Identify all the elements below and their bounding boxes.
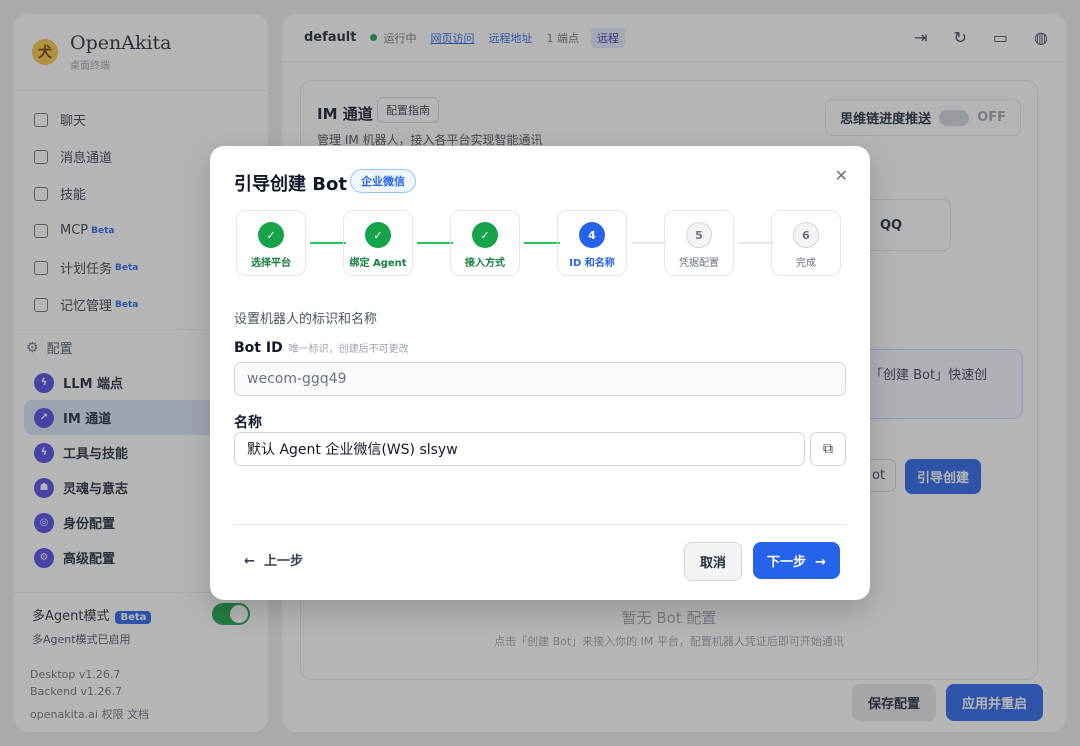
step-select-platform: ✓ 选择平台 [236, 210, 306, 276]
name-field[interactable]: 默认 Agent 企业微信(WS) slsyw [234, 432, 805, 466]
step-access-method: ✓ 接入方式 [450, 210, 520, 276]
arrow-right-icon: → [815, 555, 826, 570]
stepper: ✓ 选择平台 ✓ 绑定 Agent ✓ 接入方式 4 ID 和名称 5 凭据配置 6 完成 [236, 210, 844, 278]
check-icon: ✓ [365, 222, 391, 248]
randomize-name-button[interactable]: ⧉ [810, 432, 846, 466]
check-icon: ✓ [472, 222, 498, 248]
check-icon: ✓ [258, 222, 284, 248]
bot-id-label: Bot ID 唯一标识，创建后不可更改 [234, 340, 409, 356]
platform-tag: 企业微信 [350, 169, 416, 193]
step-connector [631, 242, 667, 244]
step-connector [310, 242, 346, 244]
step-connector [524, 242, 560, 244]
dice-icon: ⧉ [823, 441, 833, 457]
cancel-button[interactable]: 取消 [684, 542, 743, 581]
step-connector [738, 242, 774, 244]
step-bind-agent: ✓ 绑定 Agent [343, 210, 413, 276]
step-id-name: 4 ID 和名称 [557, 210, 627, 276]
step-connector [417, 242, 453, 244]
create-bot-dialog: 引导创建 Bot 企业微信 ✕ ✓ 选择平台 ✓ 绑定 Agent ✓ 接入方式 4I… [210, 146, 870, 600]
divider [234, 524, 846, 525]
back-button[interactable]: ← 上一步 [244, 550, 303, 569]
name-label: 名称 [234, 415, 262, 431]
dialog-description: 设置机器人的标识和名称 [234, 312, 378, 327]
next-button[interactable]: 下一步 → [753, 542, 840, 579]
step-credentials: 5 凭据配置 [664, 210, 734, 276]
dialog-title: 引导创建 Bot [234, 174, 347, 195]
close-icon[interactable]: ✕ [835, 166, 848, 185]
step-complete: 6 完成 [771, 210, 841, 276]
bot-id-hint: 唯一标识，创建后不可更改 [288, 344, 409, 355]
bot-id-field: wecom-ggq49 [234, 362, 846, 396]
arrow-left-icon: ← [244, 554, 255, 569]
